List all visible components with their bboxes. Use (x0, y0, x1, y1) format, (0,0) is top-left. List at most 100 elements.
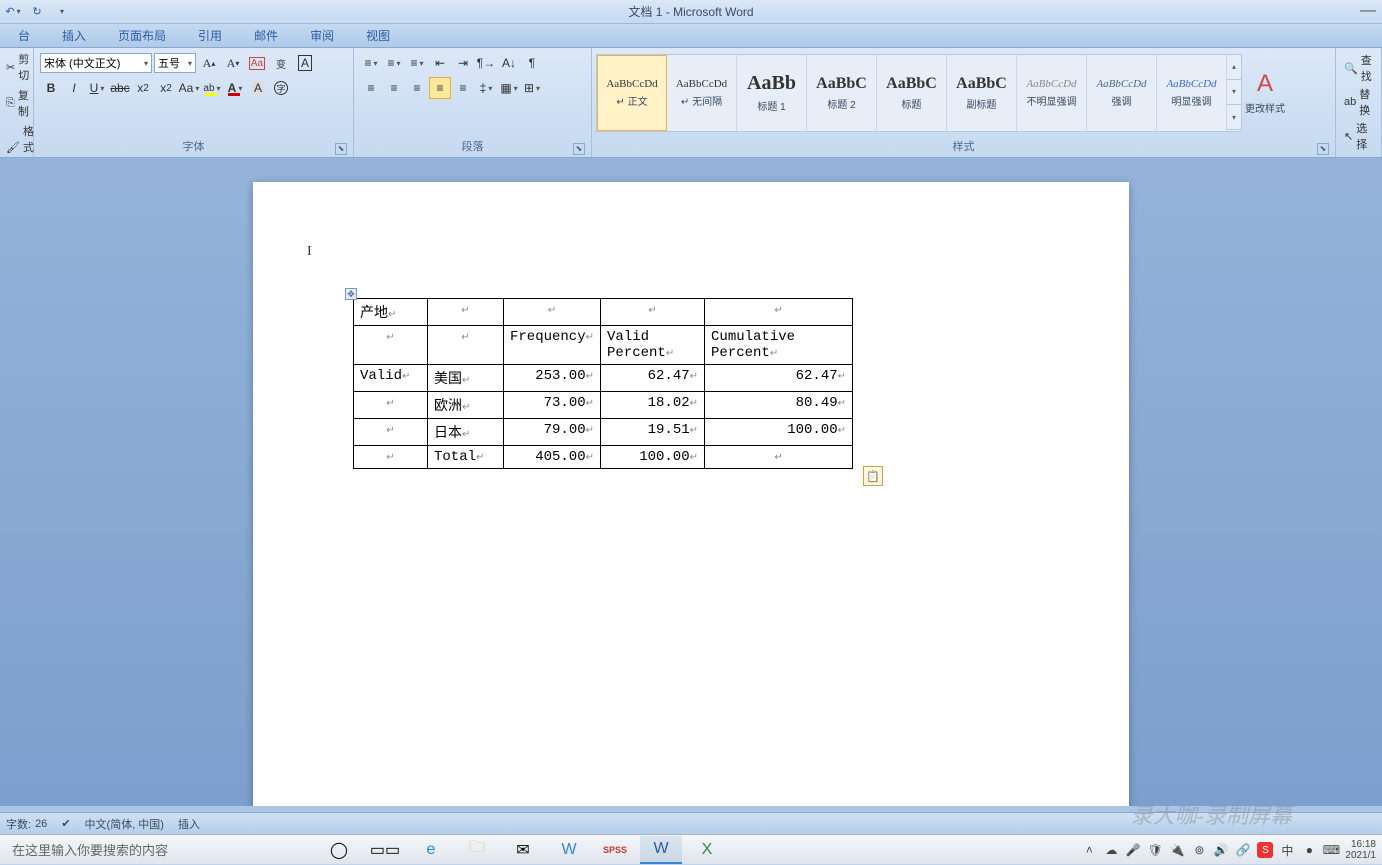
tab-view[interactable]: 视图 (350, 24, 406, 47)
indent-increase-button[interactable]: ⇥ (452, 52, 474, 74)
wifi-icon[interactable]: ⊚ (1191, 842, 1207, 858)
excel-icon[interactable]: X (686, 836, 728, 864)
align-center-button[interactable]: ≡ (383, 77, 405, 99)
bold-button[interactable]: B (40, 77, 62, 99)
distributed-button[interactable]: ≡ (452, 77, 474, 99)
table-cell[interactable]: 79.00↵ (504, 419, 601, 446)
cut-button[interactable]: ✂剪切 (4, 50, 36, 84)
font-size-combo[interactable]: 五号▾ (154, 53, 196, 73)
clear-format-button[interactable]: Aa (246, 52, 268, 74)
language-status[interactable]: 中文(简体, 中国) (85, 816, 164, 832)
phonetic-guide-button[interactable]: 变 (270, 52, 292, 74)
tab-references[interactable]: 引用 (182, 24, 238, 47)
select-button[interactable]: ↖选择 (1344, 120, 1373, 152)
copy-button[interactable]: ⎘复制 (4, 86, 36, 120)
style-item[interactable]: AaBbC副标题 (947, 55, 1017, 131)
table-cell[interactable]: ↵ (705, 299, 853, 326)
italic-button[interactable]: I (63, 77, 85, 99)
highlight-button[interactable]: ab▾ (201, 77, 223, 99)
style-item[interactable]: AaBbC标题 (877, 55, 947, 131)
table-cell[interactable]: 日本↵ (428, 419, 504, 446)
word-icon[interactable]: W (640, 836, 682, 864)
table-cell[interactable]: 253.00↵ (504, 365, 601, 392)
document-table[interactable]: 产地↵↵↵↵↵↵↵Frequency↵Valid Percent↵Cumulat… (353, 298, 853, 469)
char-border-button[interactable]: A (294, 52, 316, 74)
replace-button[interactable]: ab替换 (1344, 86, 1373, 118)
align-right-button[interactable]: ≡ (406, 77, 428, 99)
style-item[interactable]: AaBb标题 1 (737, 55, 807, 131)
font-launcher[interactable]: ⬊ (335, 143, 347, 155)
tab-layout[interactable]: 页面布局 (102, 24, 182, 47)
enclose-char-button[interactable]: 字 (270, 77, 292, 99)
power-icon[interactable]: 🔌 (1169, 842, 1185, 858)
wps-icon[interactable]: W (548, 836, 590, 864)
spss-icon[interactable]: SPSS (594, 836, 636, 864)
table-move-handle[interactable]: ✥ (345, 288, 357, 300)
table-cell[interactable]: 产地↵ (354, 299, 428, 326)
table-cell[interactable]: 62.47↵ (601, 365, 705, 392)
subscript-button[interactable]: x2 (132, 77, 154, 99)
qa-customize[interactable]: ▾ (50, 2, 72, 22)
borders-button[interactable]: ⊞▾ (521, 77, 543, 99)
paste-options-button[interactable]: 📋 (863, 466, 883, 486)
tray-chevron-icon[interactable]: ˄ (1081, 842, 1097, 858)
bullets-button[interactable]: ≡▾ (360, 52, 382, 74)
multilevel-button[interactable]: ≡▾ (406, 52, 428, 74)
spell-check-icon[interactable]: ✔ (61, 817, 70, 830)
sort-button[interactable]: A↓ (498, 52, 520, 74)
word-count[interactable]: 字数: 26 (6, 816, 47, 832)
ime-sogou-icon[interactable]: S (1257, 842, 1273, 858)
clock[interactable]: 16:18 2021/1 (1345, 839, 1378, 861)
volume-icon[interactable]: 🔊 (1213, 842, 1229, 858)
table-cell[interactable]: 73.00↵ (504, 392, 601, 419)
paragraph-launcher[interactable]: ⬊ (573, 143, 585, 155)
styles-scroll-down[interactable]: ▾ (1227, 80, 1241, 105)
taskbar-search[interactable]: 在这里输入你要搜索的内容 (0, 836, 300, 864)
change-case-button[interactable]: Aa▾ (178, 77, 200, 99)
table-cell[interactable]: 美国↵ (428, 365, 504, 392)
style-item[interactable]: AaBbC标题 2 (807, 55, 877, 131)
table-cell[interactable]: 19.51↵ (601, 419, 705, 446)
font-color-button[interactable]: A▾ (224, 77, 246, 99)
style-item[interactable]: AaBbCcDd不明显强调 (1017, 55, 1087, 131)
table-cell[interactable]: ↵ (504, 299, 601, 326)
grow-font-button[interactable]: A▴ (198, 52, 220, 74)
explorer-icon[interactable]: 🗀 (456, 836, 498, 864)
tab-home[interactable]: 台 (2, 24, 46, 47)
strikethrough-button[interactable]: abc (109, 77, 131, 99)
table-cell[interactable]: Cumulative Percent↵ (705, 326, 853, 365)
insert-mode[interactable]: 插入 (178, 816, 200, 832)
styles-scroll-up[interactable]: ▴ (1227, 55, 1241, 80)
table-cell[interactable]: 18.02↵ (601, 392, 705, 419)
table-cell[interactable]: 405.00↵ (504, 446, 601, 469)
table-cell[interactable]: ↵ (354, 326, 428, 365)
table-cell[interactable]: 62.47↵ (705, 365, 853, 392)
mail-icon[interactable]: ✉ (502, 836, 544, 864)
styles-launcher[interactable]: ⬊ (1317, 143, 1329, 155)
security-icon[interactable]: 🛡 (1147, 842, 1163, 858)
table-cell[interactable]: Frequency↵ (504, 326, 601, 365)
cortana-icon[interactable]: ◯ (318, 836, 360, 864)
ime-lang-icon[interactable]: 中 (1279, 842, 1295, 858)
ime-keyboard-icon[interactable]: ⌨ (1323, 842, 1339, 858)
align-left-button[interactable]: ≡ (360, 77, 382, 99)
table-cell[interactable]: ↵ (428, 326, 504, 365)
styles-gallery[interactable]: AaBbCcDd↵ 正文AaBbCcDd↵ 无间隔AaBb标题 1AaBbC标题… (596, 54, 1242, 132)
char-shading-button[interactable]: A (247, 77, 269, 99)
style-item[interactable]: AaBbCcDd明显强调 (1157, 55, 1227, 131)
tab-mailings[interactable]: 邮件 (238, 24, 294, 47)
edge-icon[interactable]: e (410, 836, 452, 864)
ltr-button[interactable]: ¶→ (475, 52, 497, 74)
onedrive-icon[interactable]: ☁ (1103, 842, 1119, 858)
justify-button[interactable]: ≡ (429, 77, 451, 99)
change-styles-button[interactable]: A 更改样式 (1242, 70, 1288, 115)
shading-button[interactable]: ▦▾ (498, 77, 520, 99)
show-marks-button[interactable]: ¶ (521, 52, 543, 74)
table-cell[interactable]: 欧洲↵ (428, 392, 504, 419)
font-family-combo[interactable]: 宋体 (中文正文)▾ (40, 53, 152, 73)
tab-review[interactable]: 审阅 (294, 24, 350, 47)
table-cell[interactable]: 100.00↵ (705, 419, 853, 446)
table-cell[interactable]: ↵ (428, 299, 504, 326)
table-cell[interactable]: ↵ (705, 446, 853, 469)
table-cell[interactable]: 80.49↵ (705, 392, 853, 419)
